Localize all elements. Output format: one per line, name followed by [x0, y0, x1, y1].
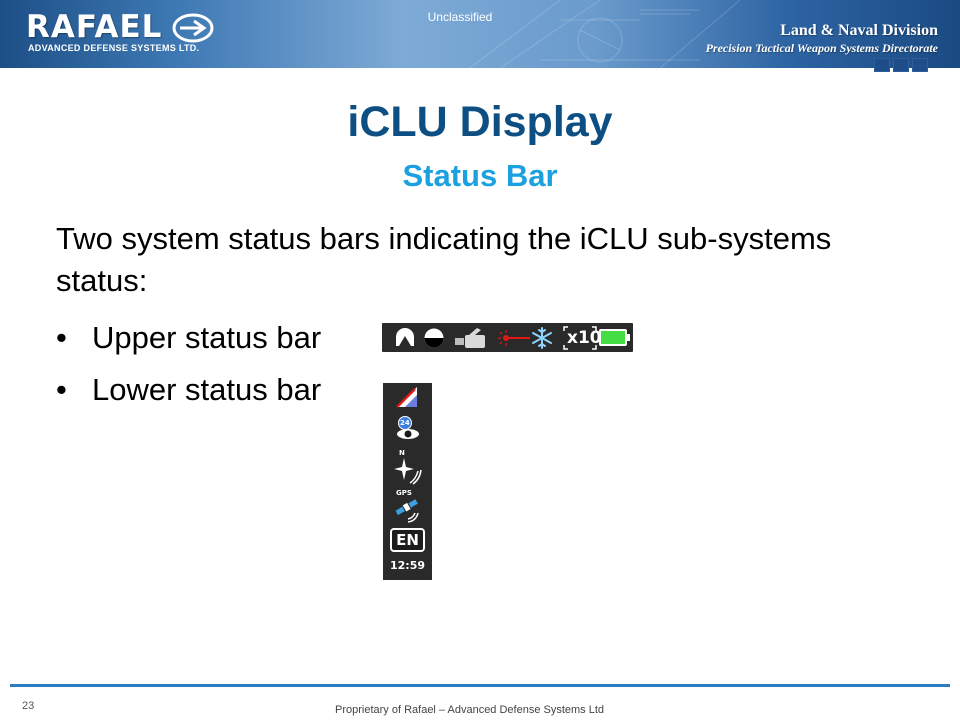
bullet-marker: •: [56, 320, 67, 355]
header-squares-decoration: [874, 58, 931, 77]
language-indicator: EN: [390, 528, 425, 552]
intro-paragraph: Two system status bars indicating the iC…: [56, 221, 832, 298]
upper-status-bar: x10: [382, 323, 633, 352]
lower-status-bar: 24 N GPS EN 12:59: [383, 383, 432, 580]
slide-subtitle: Status Bar: [402, 158, 558, 193]
division-name: Land & Naval Division: [780, 22, 938, 39]
classification-label: Unclassified: [427, 10, 493, 24]
day-night-icon: [424, 328, 444, 348]
battery-icon: [599, 329, 630, 346]
footer-divider: [10, 684, 950, 687]
square-3: [912, 58, 928, 72]
compass-icon: [394, 458, 422, 485]
inclination-icon: [396, 387, 417, 408]
bullet-text: Lower status bar: [92, 372, 322, 407]
gps-label: GPS: [396, 489, 412, 497]
gps-icon: [395, 499, 419, 523]
bullet-text: Upper status bar: [92, 320, 322, 355]
logo-wordmark: RAFAEL: [26, 9, 163, 45]
logo-emblem-icon: [172, 13, 214, 43]
camera-icon: [455, 328, 485, 348]
square-2: [893, 58, 909, 72]
footer-proprietary-text: Proprietary of Rafael – Advanced Defense…: [335, 704, 605, 716]
laser-icon: [498, 330, 530, 346]
bullet-marker: •: [56, 372, 67, 407]
time-display: 12:59: [389, 559, 425, 572]
slide-title: iCLU Display: [347, 98, 613, 146]
header-banner: RAFAEL ADVANCED DEFENSE SYSTEMS LTD. Unc…: [0, 0, 960, 68]
bullet-upper-status-bar: • Upper status bar: [56, 320, 321, 356]
logo-subtitle: ADVANCED DEFENSE SYSTEMS LTD.: [28, 43, 200, 53]
target-count-label: 24: [400, 419, 410, 427]
bullet-lower-status-bar: • Lower status bar: [56, 372, 321, 408]
page-number: 23: [22, 700, 35, 712]
compass-north-label: N: [399, 449, 405, 457]
mode-icon: [396, 328, 414, 346]
directorate-name: Precision Tactical Weapon Systems Direct…: [705, 41, 938, 55]
cooler-icon: [532, 327, 552, 349]
square-1: [874, 58, 890, 72]
zoom-label: x10: [567, 328, 602, 348]
